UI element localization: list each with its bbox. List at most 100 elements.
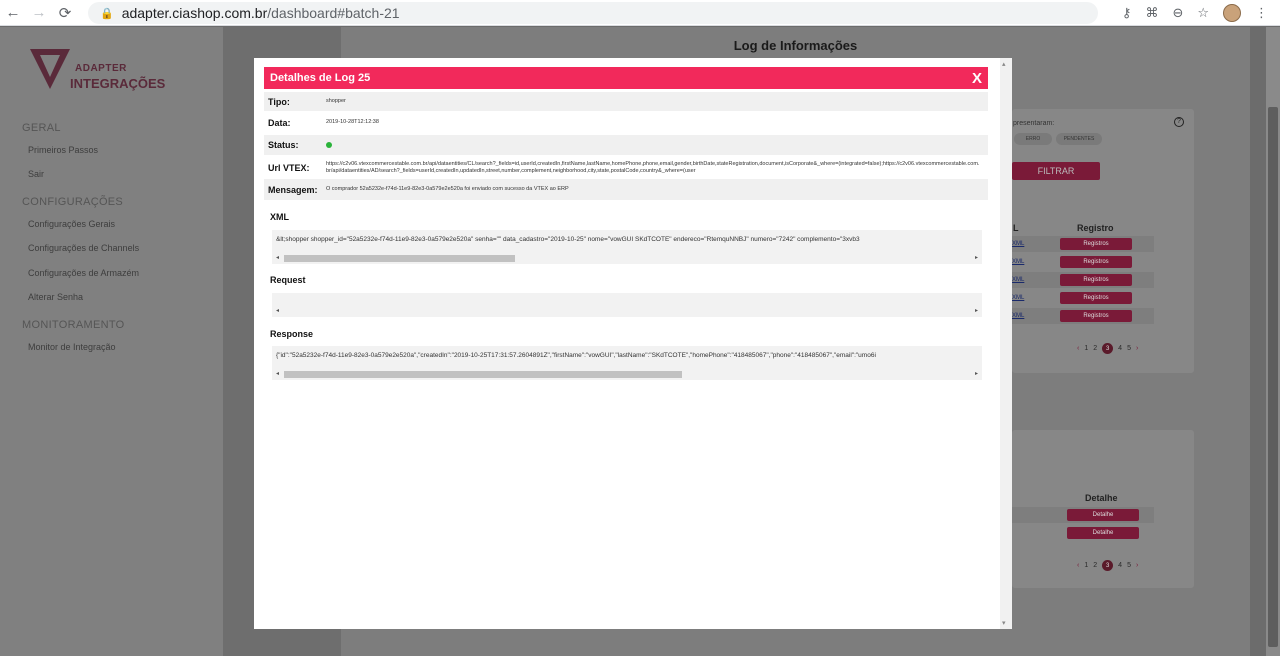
- registros-button[interactable]: Registros: [1060, 310, 1132, 322]
- xml-section-title: XML: [270, 212, 289, 222]
- page-title: Log de Informações: [733, 38, 858, 53]
- pagination: ‹ 1 2 3 4 5 ›: [1077, 560, 1138, 571]
- sidebar-item-sair[interactable]: Sair: [28, 169, 44, 179]
- page-scrollbar-thumb[interactable]: [1268, 107, 1278, 647]
- chip-pendentes[interactable]: PENDENTES: [1056, 133, 1102, 145]
- help-icon[interactable]: ?: [1174, 117, 1184, 127]
- page-5[interactable]: 5: [1127, 562, 1131, 569]
- sidebar-section-monitoramento: MONITORAMENTO: [22, 319, 125, 331]
- reload-icon[interactable]: ⟳: [52, 0, 78, 26]
- xml-link[interactable]: XML: [1012, 277, 1024, 283]
- sidebar-item-alterar-senha[interactable]: Alterar Senha: [28, 292, 83, 302]
- sidebar-item-monitor-integracao[interactable]: Monitor de Integração: [28, 342, 116, 352]
- scroll-up-icon[interactable]: ▴: [1002, 60, 1006, 68]
- mensagem-label: Mensagem:: [268, 184, 318, 195]
- sidebar-item-configuracoes-gerais[interactable]: Configurações Gerais: [28, 219, 115, 229]
- xml-link[interactable]: XML: [1012, 259, 1024, 265]
- mensagem-value: O comprador 52a5232e-f74d-11e9-82e3-0a57…: [326, 186, 569, 192]
- page-right-gutter: [1250, 27, 1266, 656]
- field-data: Data: 2019-10-28T12:12:38: [264, 113, 988, 132]
- xml-code-box[interactable]: &lt;shopper shopper_id="52a5232e-f74d-11…: [272, 230, 982, 264]
- response-hscrollbar[interactable]: ◂ ▸: [272, 368, 982, 380]
- page-current[interactable]: 3: [1102, 560, 1114, 571]
- field-url-vtex: Url VTEX: https://c2v06.vtexcommercestab…: [264, 157, 988, 178]
- address-bar[interactable]: 🔒 adapter.ciashop.com.br /dashboard#batc…: [88, 2, 1098, 24]
- next-page-icon[interactable]: ›: [1136, 345, 1138, 352]
- close-icon[interactable]: X: [972, 70, 982, 87]
- page-4[interactable]: 4: [1118, 562, 1122, 569]
- detalhe-button[interactable]: Detalhe: [1067, 509, 1139, 521]
- prev-page-icon[interactable]: ‹: [1077, 345, 1079, 352]
- filter-label: presentaram:: [1013, 120, 1055, 127]
- registros-button[interactable]: Registros: [1060, 238, 1132, 250]
- response-code-box[interactable]: {"id":"52a5232e-f74d-11e9-82e3-0a579e2e5…: [272, 346, 982, 380]
- scroll-left-icon[interactable]: ◂: [276, 254, 279, 261]
- xml-link[interactable]: XML: [1012, 241, 1024, 247]
- page-2[interactable]: 2: [1093, 562, 1097, 569]
- page-1[interactable]: 1: [1084, 345, 1088, 352]
- modal-scrollbar[interactable]: ▴ ▾: [1000, 58, 1012, 629]
- table2-col-detalhe: Detalhe: [1085, 493, 1118, 503]
- browser-actions: ⚷ ⌘ ⊖ ☆ ⋮: [1122, 0, 1268, 26]
- sidebar-item-configuracoes-channels[interactable]: Configurações de Channels: [28, 243, 139, 253]
- sidebar: ADAPTER INTEGRAÇÕES GERAL Primeiros Pass…: [0, 27, 223, 656]
- scroll-down-icon[interactable]: ▾: [1002, 619, 1006, 627]
- browser-toolbar: ← → ⟳ 🔒 adapter.ciashop.com.br /dashboar…: [0, 0, 1280, 26]
- page-1[interactable]: 1: [1084, 562, 1088, 569]
- key-icon[interactable]: ⚷: [1122, 5, 1132, 21]
- filter-button[interactable]: FILTRAR: [1012, 162, 1100, 180]
- modal-header: Detalhes de Log 25 X: [264, 67, 988, 89]
- registros-button[interactable]: Registros: [1060, 292, 1132, 304]
- tipo-label: Tipo:: [268, 96, 290, 107]
- field-mensagem: Mensagem: O comprador 52a5232e-f74d-11e9…: [264, 179, 988, 200]
- page-2[interactable]: 2: [1093, 345, 1097, 352]
- response-section-title: Response: [270, 329, 314, 339]
- translate-icon[interactable]: ⌘: [1145, 5, 1158, 21]
- sidebar-item-configuracoes-armazem[interactable]: Configurações de Armazém: [28, 268, 139, 278]
- star-icon[interactable]: ☆: [1197, 5, 1209, 21]
- menu-icon[interactable]: ⋮: [1255, 5, 1268, 21]
- scroll-right-icon[interactable]: ▸: [975, 254, 978, 261]
- status-ok-icon: [326, 142, 332, 148]
- registros-button[interactable]: Registros: [1060, 274, 1132, 286]
- request-section-title: Request: [270, 275, 306, 285]
- xml-content: &lt;shopper shopper_id="52a5232e-f74d-11…: [276, 236, 860, 243]
- request-hscrollbar[interactable]: ◂ ▸: [272, 305, 982, 317]
- url-vtex-label: Url VTEX:: [268, 162, 310, 173]
- forward-icon[interactable]: →: [26, 0, 52, 26]
- chip-erro[interactable]: ERRO: [1014, 133, 1052, 145]
- detalhe-button[interactable]: Detalhe: [1067, 527, 1139, 539]
- scroll-right-icon[interactable]: ▸: [975, 370, 978, 377]
- tipo-value: shopper: [326, 98, 346, 104]
- scroll-left-icon[interactable]: ◂: [276, 370, 279, 377]
- response-hscrollbar-thumb[interactable]: [284, 371, 682, 378]
- response-content: {"id":"52a5232e-f74d-11e9-82e3-0a579e2e5…: [276, 352, 876, 359]
- page-5[interactable]: 5: [1127, 345, 1131, 352]
- logo-text-bottom: INTEGRAÇÕES: [70, 76, 166, 91]
- url-path: /dashboard#batch-21: [267, 5, 400, 21]
- sidebar-item-primeiros-passos[interactable]: Primeiros Passos: [28, 145, 98, 155]
- scroll-right-icon[interactable]: ▸: [975, 307, 978, 314]
- logo-text-top: ADAPTER: [75, 63, 127, 74]
- data-value: 2019-10-28T12:12:38: [326, 119, 379, 125]
- xml-hscrollbar[interactable]: ◂ ▸: [272, 252, 982, 264]
- pagination: ‹ 1 2 3 4 5 ›: [1077, 343, 1138, 354]
- next-page-icon[interactable]: ›: [1136, 562, 1138, 569]
- back-icon[interactable]: ←: [0, 0, 26, 26]
- prev-page-icon[interactable]: ‹: [1077, 562, 1079, 569]
- field-status: Status:: [264, 135, 988, 155]
- scroll-left-icon[interactable]: ◂: [276, 307, 279, 314]
- registros-button[interactable]: Registros: [1060, 256, 1132, 268]
- field-tipo: Tipo: shopper: [264, 92, 988, 111]
- avatar[interactable]: [1223, 4, 1241, 22]
- table1-col-l: L: [1013, 223, 1019, 233]
- page-current[interactable]: 3: [1102, 343, 1114, 354]
- request-code-box[interactable]: ◂ ▸: [272, 293, 982, 317]
- status-label: Status:: [268, 140, 299, 150]
- xml-hscrollbar-thumb[interactable]: [284, 255, 515, 262]
- page-4[interactable]: 4: [1118, 345, 1122, 352]
- xml-link[interactable]: XML: [1012, 295, 1024, 301]
- zoom-icon[interactable]: ⊖: [1172, 5, 1183, 21]
- table1-col-registro: Registro: [1077, 223, 1114, 233]
- xml-link[interactable]: XML: [1012, 313, 1024, 319]
